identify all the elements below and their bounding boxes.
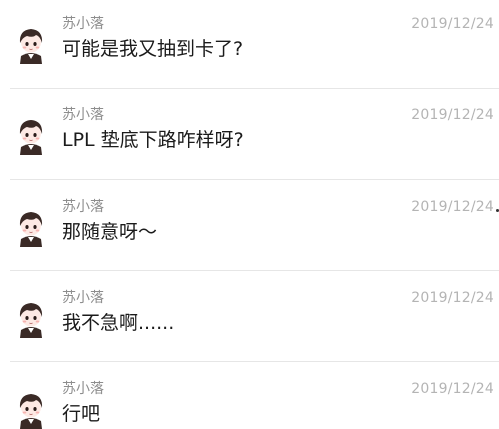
sender-name: 苏小落 — [62, 381, 104, 397]
sender-name: 苏小落 — [62, 107, 104, 123]
sender-name: 苏小落 — [62, 199, 104, 215]
message-item[interactable]: 苏小落 2019/12/24 我不急啊...... — [0, 274, 499, 362]
message-text: 行吧 — [62, 403, 101, 425]
avatar-icon[interactable] — [15, 389, 47, 429]
message-text: 那随意呀～ — [62, 221, 158, 243]
message-date: 2019/12/24 — [411, 290, 494, 306]
message-item[interactable]: 苏小落 2019/12/24 那随意呀～ — [0, 183, 499, 271]
sender-name: 苏小落 — [62, 16, 104, 32]
divider — [10, 270, 499, 271]
message-text: LPL 垫底下路咋样呀? — [62, 129, 244, 151]
message-text: 我不急啊...... — [62, 312, 175, 334]
message-list: 苏小落 2019/12/24 可能是我又抽到卡了? 苏小落 2019/12/24… — [0, 0, 499, 429]
divider — [10, 88, 499, 89]
divider — [10, 179, 499, 180]
avatar-icon[interactable] — [15, 207, 47, 247]
message-item[interactable]: 苏小落 2019/12/24 行吧 — [0, 365, 499, 429]
message-date: 2019/12/24 — [411, 16, 494, 32]
message-date: 2019/12/24 — [411, 199, 494, 215]
message-date: 2019/12/24 — [411, 107, 494, 123]
sender-name: 苏小落 — [62, 290, 104, 306]
message-text: 可能是我又抽到卡了? — [62, 38, 244, 60]
avatar-icon[interactable] — [15, 115, 47, 155]
divider — [10, 361, 499, 362]
message-date: 2019/12/24 — [411, 381, 494, 397]
message-item[interactable]: 苏小落 2019/12/24 可能是我又抽到卡了? — [0, 0, 499, 88]
message-item[interactable]: 苏小落 2019/12/24 LPL 垫底下路咋样呀? — [0, 91, 499, 179]
avatar-icon[interactable] — [15, 24, 47, 64]
avatar-icon[interactable] — [15, 298, 47, 338]
